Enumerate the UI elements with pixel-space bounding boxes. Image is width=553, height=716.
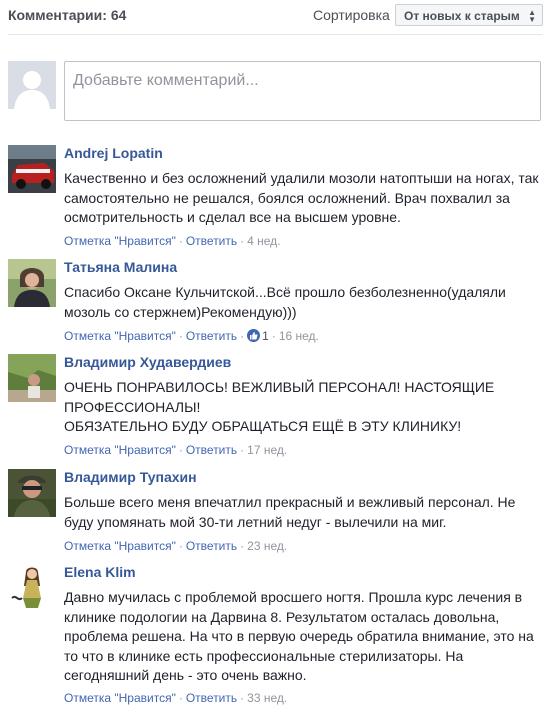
comment-actions: Отметка "Нравится" · Ответить · 1 · 16 нед. <box>64 329 319 343</box>
like-link[interactable]: Отметка "Нравится" <box>64 443 176 457</box>
sort-value: От новых к старым <box>404 9 520 23</box>
avatar[interactable] <box>8 259 56 307</box>
like-link[interactable]: Отметка "Нравится" <box>64 234 176 248</box>
comments-count: Комментарии: 64 <box>8 7 127 23</box>
reply-link[interactable]: Ответить <box>186 443 237 457</box>
comment-actions: Отметка "Нравится" · Ответить · 17 нед. <box>64 443 288 457</box>
comment-author[interactable]: Andrej Lopatin <box>64 145 163 161</box>
avatar-photo-icon <box>8 354 56 402</box>
avatar[interactable] <box>8 145 56 193</box>
comment-time[interactable]: 33 нед. <box>247 691 287 705</box>
avatar-photo-icon <box>8 469 56 517</box>
avatar-photo-icon <box>8 259 56 307</box>
reply-link[interactable]: Ответить <box>186 539 237 553</box>
sort-arrows-icon: ▲ ▼ <box>528 8 536 24</box>
comment-time[interactable]: 23 нед. <box>247 539 287 553</box>
avatar[interactable] <box>8 469 56 517</box>
comment-actions: Отметка "Нравится" · Ответить · 33 нед. <box>64 691 288 705</box>
comment-text: Давно мучилась с проблемой вросшего ногт… <box>64 589 534 683</box>
avatar-illustration-icon <box>8 564 56 612</box>
comment-actions: Отметка "Нравится" · Ответить · 4 нед. <box>64 234 281 248</box>
comment-input[interactable]: Добавьте комментарий... <box>64 61 541 121</box>
comment-text: Больше всего меня впечатлил прекрасный и… <box>64 494 516 530</box>
comment-input-placeholder: Добавьте комментарий... <box>73 72 259 89</box>
comment-time[interactable]: 16 нед. <box>279 329 319 343</box>
reaction-count[interactable]: 1 <box>262 329 269 343</box>
current-user-avatar <box>8 61 56 109</box>
like-link[interactable]: Отметка "Нравится" <box>64 691 176 705</box>
comments-header: Комментарии: 64 Сортировка От новых к ст… <box>8 0 543 35</box>
like-link[interactable]: Отметка "Нравится" <box>64 539 176 553</box>
reply-link[interactable]: Ответить <box>186 691 237 705</box>
reply-link[interactable]: Ответить <box>186 329 237 343</box>
sort-label: Сортировка <box>313 7 390 23</box>
comment-text: ОЧЕНЬ ПОНРАВИЛОСЬ! ВЕЖЛИВЫЙ ПЕРСОНАЛ! НА… <box>64 379 495 434</box>
avatar[interactable] <box>8 354 56 402</box>
sort-select[interactable]: От новых к старым ▲ ▼ <box>395 4 543 26</box>
avatar[interactable] <box>8 564 56 612</box>
comment-text: Качественно и без осложнений удалили моз… <box>64 170 539 225</box>
like-reaction-icon[interactable] <box>247 329 261 342</box>
comment-author[interactable]: Татьяна Малина <box>64 259 177 275</box>
comment-author[interactable]: Владимир Худавердиев <box>64 354 231 370</box>
default-avatar-icon <box>8 61 56 109</box>
comment-time[interactable]: 17 нед. <box>247 443 287 457</box>
comment-text: Спасибо Оксане Кульчитской...Всё прошло … <box>64 284 506 320</box>
comment-actions: Отметка "Нравится" · Ответить · 23 нед. <box>64 539 288 553</box>
like-link[interactable]: Отметка "Нравится" <box>64 329 176 343</box>
reply-link[interactable]: Ответить <box>186 234 237 248</box>
avatar-photo-icon <box>8 145 56 193</box>
comment-author[interactable]: Владимир Тупахин <box>64 469 197 485</box>
comment-time[interactable]: 4 нед. <box>247 234 280 248</box>
comment-author[interactable]: Elena Klim <box>64 564 136 580</box>
